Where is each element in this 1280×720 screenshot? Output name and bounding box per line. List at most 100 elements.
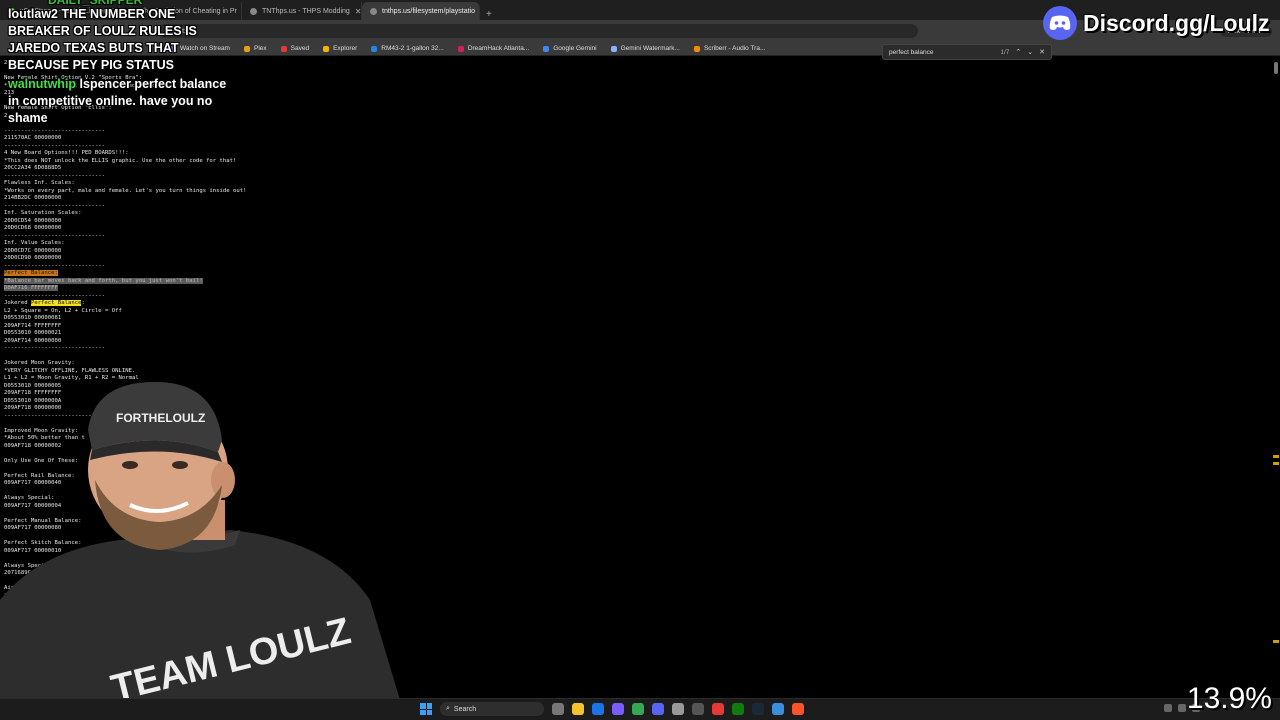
bookmark-item[interactable]: Gemini Watermark... bbox=[610, 45, 680, 52]
search-label: Search bbox=[453, 705, 477, 713]
document-line: 214BB2DC 00000000 bbox=[4, 195, 62, 201]
document-line: D0AF716 FFFFFFFF bbox=[4, 285, 1264, 293]
document-line: 20D0CD7C 00000000 bbox=[4, 247, 62, 254]
globe-icon bbox=[370, 7, 377, 15]
taskbar-search[interactable]: ⌕ Search bbox=[440, 702, 544, 716]
bookmark-favicon-icon bbox=[323, 45, 330, 52]
tab-tnthps-filesystem[interactable]: tnthps.us/filesystem/playstatio ✕ bbox=[362, 2, 480, 20]
chat-username: walnutwhip bbox=[8, 77, 77, 91]
bookmark-favicon-icon bbox=[543, 45, 550, 52]
find-current-match: Perfect Balance bbox=[30, 300, 82, 306]
find-match: Perfect Balance: bbox=[4, 270, 58, 276]
url-field[interactable]: xw.txt bbox=[158, 24, 918, 38]
document-line: 20D0CD90 00000000 bbox=[4, 255, 62, 261]
bookmark-favicon-icon bbox=[243, 45, 250, 52]
scrollbar-find-marker bbox=[1273, 462, 1279, 465]
tab-tnthps-modding[interactable]: TNThps.us - THPS Modding ✕ bbox=[242, 2, 362, 20]
document-line: L2 + Square = On, L2 + Circle = Off bbox=[4, 307, 122, 314]
document-line: Perfect Balance: bbox=[4, 270, 1264, 278]
document-line: ------------------------------ bbox=[4, 172, 106, 179]
bookmark-item[interactable]: Google Gemini bbox=[543, 45, 597, 52]
bookmark-item[interactable]: Scriberr - Audio Tra... bbox=[693, 45, 766, 52]
windows-start-icon[interactable] bbox=[420, 703, 432, 715]
bookmark-item[interactable]: RM43-2 1-gallon 32... bbox=[371, 45, 444, 52]
app-icon[interactable] bbox=[672, 703, 684, 715]
document-line: Inf. Value Scales: bbox=[4, 240, 65, 246]
find-input[interactable]: perfect balance bbox=[889, 49, 994, 56]
stream-chat-overlay: DAILY_SKIPPER loutlaw2 THE NUMBER ONE BR… bbox=[8, 0, 238, 127]
app-icon[interactable] bbox=[692, 703, 704, 715]
cap-text: FORTHELOULZ bbox=[116, 411, 205, 425]
selected-text: D0AF716 FFFFFFFF bbox=[4, 285, 58, 291]
bookmark-item[interactable]: Saved bbox=[280, 45, 309, 52]
chat-message: walnutwhip lspencer perfect balance in c… bbox=[8, 76, 238, 127]
bookmark-favicon-icon bbox=[693, 45, 700, 52]
chat-username: loutlaw2 bbox=[8, 7, 59, 21]
document-line: ------------------------------ bbox=[4, 292, 106, 299]
close-tab-icon[interactable]: ✕ bbox=[355, 7, 361, 16]
document-line: *Balance bar moves back and forth, but y… bbox=[4, 277, 1264, 286]
discord-icon bbox=[1043, 6, 1077, 40]
webcam-feed: FORTHELOULZ TEAM LOULZ bbox=[0, 370, 420, 710]
document-line: ------------------------------ bbox=[4, 142, 106, 149]
brave-icon[interactable] bbox=[792, 703, 804, 715]
obs-icon[interactable] bbox=[712, 703, 724, 715]
tab-label: tnthps.us/filesystem/playstatio bbox=[382, 7, 475, 15]
bookmark-favicon-icon bbox=[610, 45, 617, 52]
bookmark-favicon-icon bbox=[457, 45, 464, 52]
bookmark-favicon-icon bbox=[280, 45, 287, 52]
document-line: ------------------------------ bbox=[4, 127, 106, 134]
document-line: 20D0CD68 00000000 bbox=[4, 225, 62, 231]
chat-top-username: DAILY_SKIPPER bbox=[48, 0, 143, 7]
document-line: Jokered Moon Gravity: bbox=[4, 360, 75, 366]
document-line: 20CC2A34 6D0888D5 bbox=[4, 165, 62, 171]
app-icon[interactable] bbox=[612, 703, 624, 715]
document-line: 209AF714 00000000 bbox=[4, 337, 62, 344]
document-line: *This does NOT unlock the ELLIS graphic.… bbox=[4, 157, 237, 164]
discord-overlay: Discord.gg/Loulz bbox=[1043, 5, 1270, 41]
find-count: 1/7 bbox=[1000, 48, 1010, 56]
bookmark-label: Explorer bbox=[333, 45, 358, 52]
tray-icon[interactable] bbox=[1164, 704, 1172, 712]
document-line: *Works on every part, male and female. L… bbox=[4, 187, 247, 194]
document-line: D0553010 00000021 bbox=[4, 330, 62, 336]
search-icon: ⌕ bbox=[446, 705, 450, 712]
streamer-illustration: FORTHELOULZ TEAM LOULZ bbox=[0, 381, 400, 710]
document-line: 4 New Board Options!!! PED BOARDS!!!: bbox=[4, 150, 129, 156]
bookmark-label: RM43-2 1-gallon 32... bbox=[381, 45, 444, 52]
document-line: Flawless Inf. Scales: bbox=[4, 180, 75, 186]
app-icon[interactable] bbox=[772, 703, 784, 715]
bookmark-item[interactable]: Explorer bbox=[323, 45, 357, 52]
scrollbar-find-marker bbox=[1273, 640, 1279, 643]
task-view-icon[interactable] bbox=[552, 703, 564, 715]
bookmark-label: DreamHack Atlanta... bbox=[467, 45, 530, 52]
document-line: ------------------------------ bbox=[4, 345, 106, 351]
selected-text: *Balance bar moves back and forth, but y… bbox=[4, 277, 203, 284]
tab-label: TNThps.us - THPS Modding bbox=[262, 7, 350, 15]
find-next-icon[interactable]: ⌄ bbox=[1027, 48, 1033, 56]
discord-taskbar-icon[interactable] bbox=[652, 703, 664, 715]
document-line: D0553010 00000081 bbox=[4, 315, 62, 321]
scrollbar-thumb[interactable] bbox=[1274, 62, 1278, 74]
file-explorer-icon[interactable] bbox=[572, 703, 584, 715]
bookmark-label: Gemini Watermark... bbox=[620, 45, 680, 52]
xbox-icon[interactable] bbox=[732, 703, 744, 715]
bookmark-item[interactable]: DreamHack Atlanta... bbox=[457, 45, 530, 52]
steam-icon[interactable] bbox=[752, 703, 764, 715]
app-icon[interactable] bbox=[632, 703, 644, 715]
find-prev-icon[interactable]: ⌃ bbox=[1015, 48, 1021, 56]
globe-icon bbox=[250, 7, 257, 15]
bookmark-label: Scriberr - Audio Tra... bbox=[703, 45, 766, 52]
document-line: ------------------------------ bbox=[4, 202, 106, 209]
chrome-icon[interactable] bbox=[592, 703, 604, 715]
tray-icon[interactable] bbox=[1178, 704, 1186, 712]
bookmark-item[interactable]: Plex bbox=[243, 45, 267, 52]
new-tab-button[interactable]: + bbox=[480, 9, 498, 20]
document-line: 20D0CD54 00000000 bbox=[4, 217, 62, 224]
document-line: Inf. Saturation Scales: bbox=[4, 210, 82, 216]
chat-message: loutlaw2 THE NUMBER ONE BREAKER OF LOULZ… bbox=[8, 6, 238, 74]
find-close-icon[interactable]: ✕ bbox=[1039, 48, 1045, 56]
bookmark-label: Google Gemini bbox=[553, 45, 597, 52]
discord-invite-text: Discord.gg/Loulz bbox=[1083, 9, 1270, 36]
